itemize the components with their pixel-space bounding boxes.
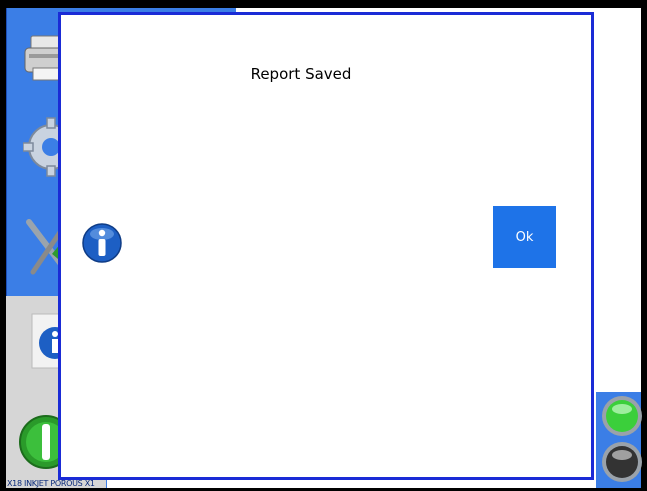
message-dialog: Report Saved Ok [58,12,594,480]
grey-status-light-icon [600,440,644,484]
green-status-light-icon [600,394,644,438]
screen: X18 INKJET POROUS X1 Report Saved Ok [0,0,647,491]
ok-button[interactable]: Ok [493,206,556,268]
dialog-info-icon [81,222,123,264]
status-bar-text: X18 INKJET POROUS X1 [7,479,95,488]
dialog-message: Report Saved [250,65,352,83]
